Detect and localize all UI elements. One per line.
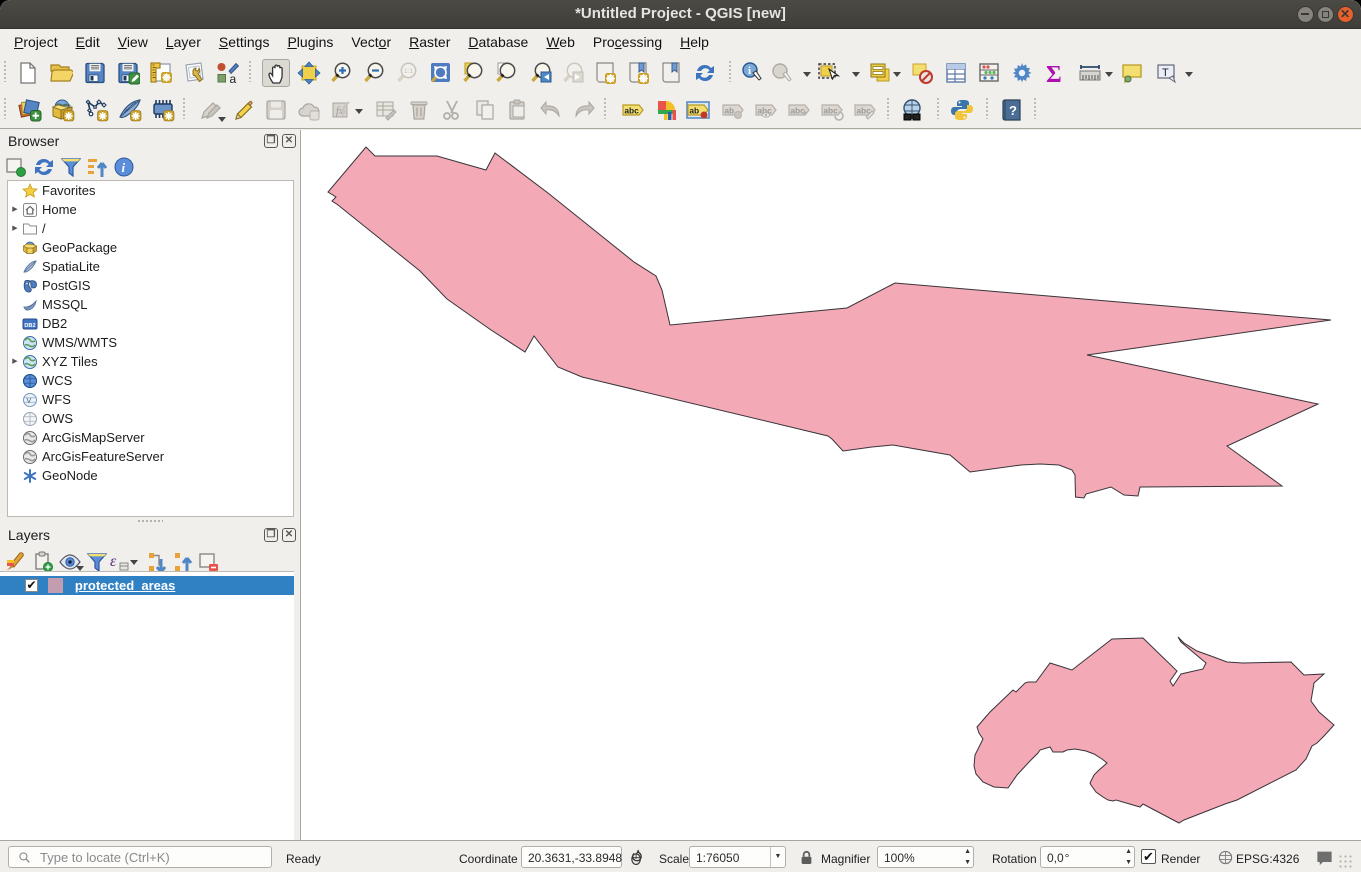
svg-text:abc: abc: [790, 106, 805, 116]
svg-text:1:1: 1:1: [404, 68, 413, 75]
svg-text:ε: ε: [110, 553, 117, 570]
svg-text:i: i: [748, 65, 751, 77]
svg-text:?: ?: [1009, 103, 1017, 118]
svg-text:T: T: [1162, 67, 1169, 79]
svg-text:abc: abc: [823, 106, 838, 116]
svg-text:ab: ab: [724, 106, 734, 116]
svg-text:i: i: [122, 160, 126, 175]
svg-text:DB2: DB2: [24, 323, 35, 329]
svg-text:a: a: [230, 72, 237, 85]
svg-text:V: V: [27, 398, 32, 405]
svg-text:abc: abc: [624, 106, 639, 116]
svg-text:Σ: Σ: [1046, 62, 1062, 85]
svg-text:ab: ab: [689, 106, 699, 116]
